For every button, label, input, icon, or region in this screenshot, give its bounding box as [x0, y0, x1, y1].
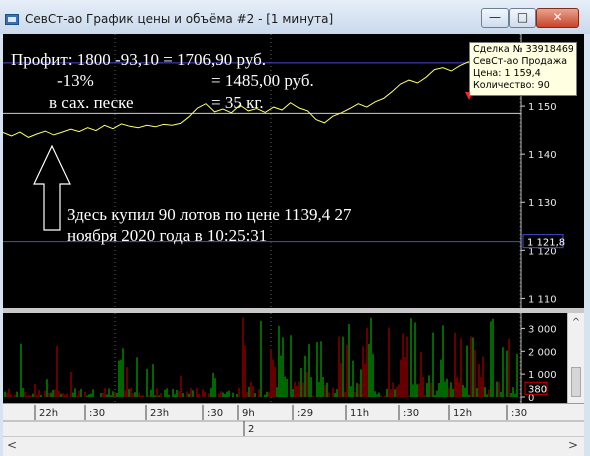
profit-label: Профит: 1800 -93,10 = 1706,90 руб.: [11, 50, 266, 69]
chart-frame: 1 1101 1201 1301 1401 1501 159,01 121,8 …: [2, 34, 584, 456]
maximize-icon: □: [516, 10, 529, 24]
minimize-icon: —: [489, 10, 501, 24]
horizontal-scrollbar[interactable]: < >: [3, 436, 584, 456]
time-tick-label: 23h: [150, 408, 169, 419]
time-tick-label: 9h: [242, 408, 255, 419]
day-label: 2: [248, 424, 254, 435]
price-tick-label: 1 140: [528, 150, 557, 161]
time-tick-label: :30: [89, 408, 105, 419]
scroll-thumb[interactable]: [571, 367, 581, 397]
deal-tooltip: Сделка № 3391846922 СевСт-ао Продажа Цен…: [469, 42, 577, 96]
volume-panel[interactable]: 3 000 2 000 1 000 0 380: [3, 313, 584, 404]
time-tick-label: :29: [297, 408, 313, 419]
price-tick-label: 1 130: [528, 198, 557, 209]
tooltip-price: Цена: 1 159,4: [473, 68, 541, 79]
time-tick-label: 12h: [453, 408, 472, 419]
tooltip-deal: Сделка № 3391846922: [473, 44, 573, 55]
volume-vertical-scrollbar[interactable]: ^: [567, 313, 584, 403]
sugar-label: в сах. песке: [49, 93, 134, 112]
time-tick-label: 22h: [39, 408, 58, 419]
close-icon: ✕: [552, 10, 563, 24]
percent-label: -13%: [57, 71, 94, 90]
title-bar[interactable]: СевСт-ао График цены и объёма #2 - [1 ми…: [0, 0, 590, 34]
time-tick-label: :30: [207, 408, 223, 419]
price-label-text: 1 121,8: [527, 238, 565, 249]
time-tick-label: :30: [511, 408, 527, 419]
buy-note-line2: ноября 2020 года в 10:25:31: [67, 226, 268, 245]
maximize-button[interactable]: □: [509, 8, 536, 28]
chart-window: СевСт-ао График цены и объёма #2 - [1 ми…: [0, 0, 590, 456]
time-tick-label: :30: [403, 408, 419, 419]
tooltip-qty: Количество: 90: [473, 80, 550, 91]
window-title: СевСт-ао График цены и объёма #2 - [1 ми…: [25, 12, 334, 26]
price-tick-label: 1 150: [528, 102, 557, 113]
buy-arrow-icon: [33, 144, 71, 231]
volume-tick-label: 2 000: [528, 347, 557, 358]
scroll-left-icon[interactable]: <: [7, 438, 17, 452]
time-axis: 22h :30 23h :30 9h :29 11h :30 12h :30 2: [3, 403, 584, 436]
scroll-right-icon[interactable]: >: [568, 438, 578, 452]
time-axis-svg: 22h :30 23h :30 9h :29 11h :30 12h :30 2: [3, 405, 584, 436]
percent-value: = 1485,00 руб.: [211, 71, 314, 90]
volume-tick-label: 3 000: [528, 324, 557, 335]
buy-note-line1: Здесь купил 90 лотов по цене 1139,4 27: [67, 205, 352, 224]
tooltip-side: СевСт-ао Продажа: [473, 56, 568, 67]
minimize-button[interactable]: —: [481, 8, 509, 28]
window-icon[interactable]: [5, 14, 19, 25]
buy-note: Здесь купил 90 лотов по цене 1139,4 27 н…: [67, 204, 351, 246]
scroll-up-icon[interactable]: ^: [568, 317, 584, 328]
volume-chart: 3 0002 0001 0000380: [4, 313, 557, 404]
time-tick-label: 11h: [350, 408, 369, 419]
sugar-value: = 35 кг.: [211, 93, 264, 112]
volume-last-label: 380: [528, 384, 547, 395]
close-button[interactable]: ✕: [536, 8, 579, 28]
price-tick-label: 1 110: [528, 294, 557, 305]
volume-tick-label: 1 000: [528, 370, 557, 381]
